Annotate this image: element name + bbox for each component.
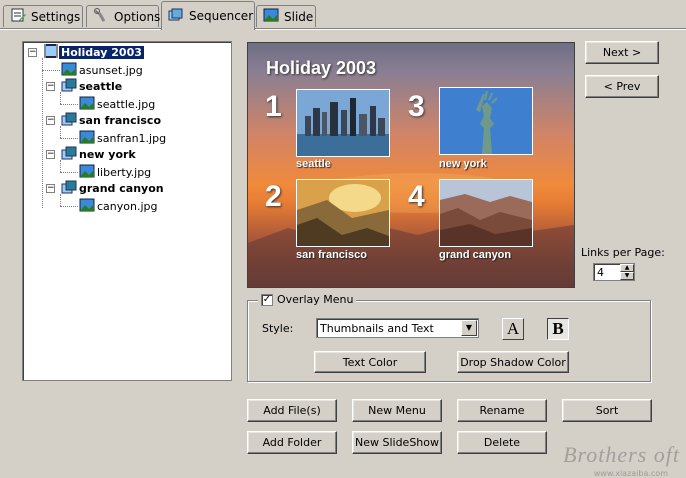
thumbnail-grand-canyon[interactable] [439,179,533,247]
slot-number: 2 [265,180,282,213]
tree-item-liberty-jpg[interactable]: liberty.jpg [79,164,153,180]
tree-item-label: canyon.jpg [97,199,158,213]
tree-item-sanfran1-jpg[interactable]: sanfran1.jpg [79,130,168,146]
next-button[interactable]: Next > [585,41,659,64]
stepper-up-icon[interactable]: ▲ [620,264,634,272]
tab-slide[interactable]: Slide [256,5,316,27]
slideshow-tree[interactable]: − Holiday 2003 asunset.jpg − seattle sea… [22,41,232,381]
tree-root[interactable]: Holiday 2003 [43,43,144,62]
sequencer-icon [168,7,184,26]
tree-item-label: liberty.jpg [97,165,152,179]
links-per-page-value: 4 [597,266,604,279]
add-folder-button[interactable]: Add Folder [247,431,337,454]
style-select[interactable]: Thumbnails and Text ▼ [316,318,479,338]
menu-icon [61,145,77,164]
chevron-down-icon[interactable]: ▼ [461,320,477,336]
overlay-menu-group [247,300,651,382]
menu-icon [61,111,77,130]
tree-menu-label: san francisco [79,113,162,127]
tree-guide [60,172,78,173]
menu-icon [61,77,77,96]
image-icon [79,197,95,216]
watermark-url: www.xiazaiba.com [593,469,668,478]
slot-number: 4 [408,180,425,213]
slot-caption: new york [439,158,487,170]
slot-caption: seattle [296,158,331,170]
tree-item-label: seattle.jpg [97,97,156,111]
drop-shadow-color-button[interactable]: Drop Shadow Color [457,351,569,373]
overlay-menu-label: Overlay Menu [277,293,354,306]
image-icon [79,163,95,182]
tree-guide [60,206,78,207]
delete-button[interactable]: Delete [457,431,547,454]
links-per-page-stepper[interactable]: 4 ▲ ▼ [593,263,635,281]
tree-root-label: Holiday 2003 [59,45,144,59]
tree-item-canyon-jpg[interactable]: canyon.jpg [79,198,160,214]
slot-number: 1 [265,90,282,123]
collapse-toggle[interactable]: − [46,116,55,125]
tab-bar-highlight [0,29,686,30]
watermark: Brothers oft [563,442,680,467]
tab-options[interactable]: Options [86,5,161,27]
add-files-button[interactable]: Add File(s) [247,399,337,422]
overlay-menu-checkbox[interactable]: ✓ [261,293,273,306]
tree-guide [60,138,78,139]
tab-settings[interactable]: Settings [3,5,83,27]
menu-icon [61,179,77,198]
tab-sequencer[interactable]: Sequencer [161,1,255,30]
image-icon [79,129,95,148]
image-icon [79,95,95,114]
collapse-toggle[interactable]: − [46,82,55,91]
slot-number: 3 [408,90,425,123]
prev-button[interactable]: < Prev [585,75,659,98]
slide-preview: Holiday 2003 1 seattle 3 new york 2 san … [247,42,575,288]
slot-caption: grand canyon [439,249,512,261]
tab-label: Settings [31,9,81,24]
settings-icon [10,7,26,26]
sort-button[interactable]: Sort [562,399,652,422]
collapse-toggle[interactable]: − [28,48,37,57]
tab-label: Options [114,9,161,24]
stepper-down-icon[interactable]: ▼ [620,272,634,280]
tab-label: Sequencer [189,9,254,23]
tree-menu-label: new york [79,147,136,161]
slideshow-icon [43,43,59,62]
tree-menu-seattle[interactable]: seattle [61,78,124,94]
tree-menu-san-francisco[interactable]: san francisco [61,112,163,128]
rename-button[interactable]: Rename [457,399,547,422]
style-select-value: Thumbnails and Text [320,322,434,335]
tree-guide [60,104,78,105]
thumbnail-seattle[interactable] [296,89,390,157]
thumbnail-san-francisco[interactable] [296,179,390,247]
thumbnail-new-york[interactable] [439,87,533,155]
tree-guide [42,70,60,71]
tree-menu-label: seattle [79,79,123,93]
new-slideshow-button[interactable]: New SlideShow [352,431,442,454]
text-color-button[interactable]: Text Color [314,351,426,373]
tree-item-label: asunset.jpg [79,63,143,77]
new-menu-button[interactable]: New Menu [352,399,442,422]
links-per-page-label: Links per Page: [581,246,665,259]
tree-menu-new-york[interactable]: new york [61,146,138,162]
tree-menu-grand-canyon[interactable]: grand canyon [61,180,166,196]
tab-bar: Settings Options Sequencer Slide [0,0,686,30]
slide-title: Holiday 2003 [266,58,377,78]
slide-icon [263,7,279,26]
overlay-menu-legend: ✓ Overlay Menu [258,293,357,306]
collapse-toggle[interactable]: − [46,184,55,193]
collapse-toggle[interactable]: − [46,150,55,159]
options-icon [93,7,109,26]
tree-item-seattle-jpg[interactable]: seattle.jpg [79,96,157,112]
font-bold-button[interactable]: B [547,318,569,340]
style-label: Style: [262,322,294,335]
tree-menu-label: grand canyon [79,181,164,195]
slot-caption: san francisco [296,249,367,261]
font-normal-button[interactable]: A [502,318,524,340]
tab-label: Slide [284,9,314,24]
tree-guide [42,58,43,208]
tree-item-label: sanfran1.jpg [97,131,167,145]
